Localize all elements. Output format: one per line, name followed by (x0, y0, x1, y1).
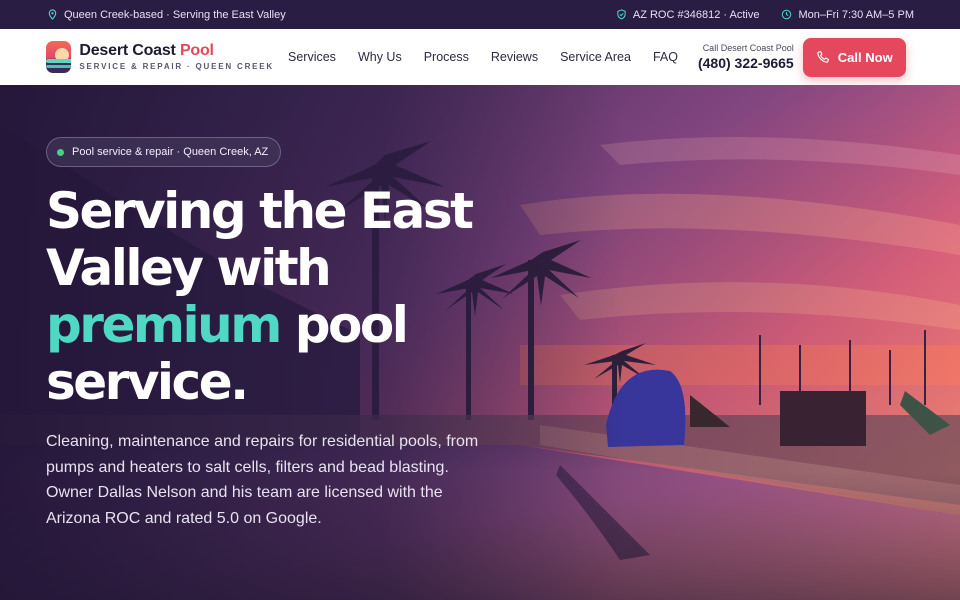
topbar-left: Queen Creek-based · Serving the East Val… (47, 9, 286, 21)
map-pin-icon (47, 9, 58, 20)
call-now-label: Call Now (837, 49, 893, 65)
hero-subcopy: Cleaning, maintenance and repairs for re… (46, 433, 479, 527)
clock-icon (781, 9, 792, 20)
nav-why-us[interactable]: Why Us (358, 50, 402, 64)
nav-reviews[interactable]: Reviews (491, 50, 538, 64)
main-nav: Services Why Us Process Reviews Service … (288, 50, 678, 64)
hero-section: Pool service & repair · Queen Creek, AZ … (0, 85, 960, 600)
logo-icon (46, 41, 72, 73)
hero-headline: Serving the East Valley with premium poo… (46, 183, 516, 411)
top-utility-bar: Queen Creek-based · Serving the East Val… (0, 0, 960, 29)
headline-highlight: premium (46, 296, 282, 354)
headline-line-4: service. (46, 353, 249, 411)
topbar-license: AZ ROC #346812 · Active (616, 8, 760, 21)
status-dot-icon (57, 148, 64, 156)
nav-service-area[interactable]: Service Area (560, 50, 631, 64)
topbar-location-text: Queen Creek-based · Serving the East Val… (64, 8, 286, 21)
nav-process[interactable]: Process (424, 50, 469, 64)
site-header: Desert Coast Pool SERVICE & REPAIR · QUE… (0, 29, 960, 85)
topbar-location: Queen Creek-based · Serving the East Val… (47, 9, 286, 21)
shield-check-icon (616, 9, 627, 20)
topbar-license-text: AZ ROC #346812 · Active (632, 8, 760, 21)
brand-name-main: Desert Coast (79, 42, 176, 59)
location-badge-text: Pool service & repair · Queen Creek, AZ (72, 146, 269, 158)
brand-tagline: SERVICE & REPAIR · QUEEN CREEK (79, 62, 274, 71)
phone-contact[interactable]: Call Desert Coast Pool (480) 322-9665 (698, 43, 794, 71)
phone-icon (816, 50, 830, 64)
topbar-hours-text: Mon–Fri 7:30 AM–5 PM (798, 8, 914, 21)
topbar-hours: Mon–Fri 7:30 AM–5 PM (781, 9, 914, 21)
nav-faq[interactable]: FAQ (653, 50, 678, 64)
brand-text: Desert Coast Pool SERVICE & REPAIR · QUE… (79, 43, 274, 71)
topbar-right: AZ ROC #346812 · Active Mon–Fri 7:30 AM–… (616, 9, 914, 21)
brand-name-accent: Pool (179, 42, 214, 59)
headline-line-1: Serving the East (46, 182, 474, 240)
call-now-button[interactable]: Call Now (802, 37, 906, 77)
headline-line-2: Valley with (46, 239, 332, 297)
phone-number[interactable]: (480) 322-9665 (698, 56, 794, 70)
nav-services[interactable]: Services (288, 50, 336, 64)
headline-after-highlight: pool (294, 296, 409, 354)
phone-label: Call Desert Coast Pool (702, 43, 794, 53)
brand-name: Desert Coast Pool (79, 43, 274, 59)
brand-logo-link[interactable]: Desert Coast Pool SERVICE & REPAIR · QUE… (46, 41, 274, 73)
location-badge: Pool service & repair · Queen Creek, AZ (46, 137, 282, 167)
